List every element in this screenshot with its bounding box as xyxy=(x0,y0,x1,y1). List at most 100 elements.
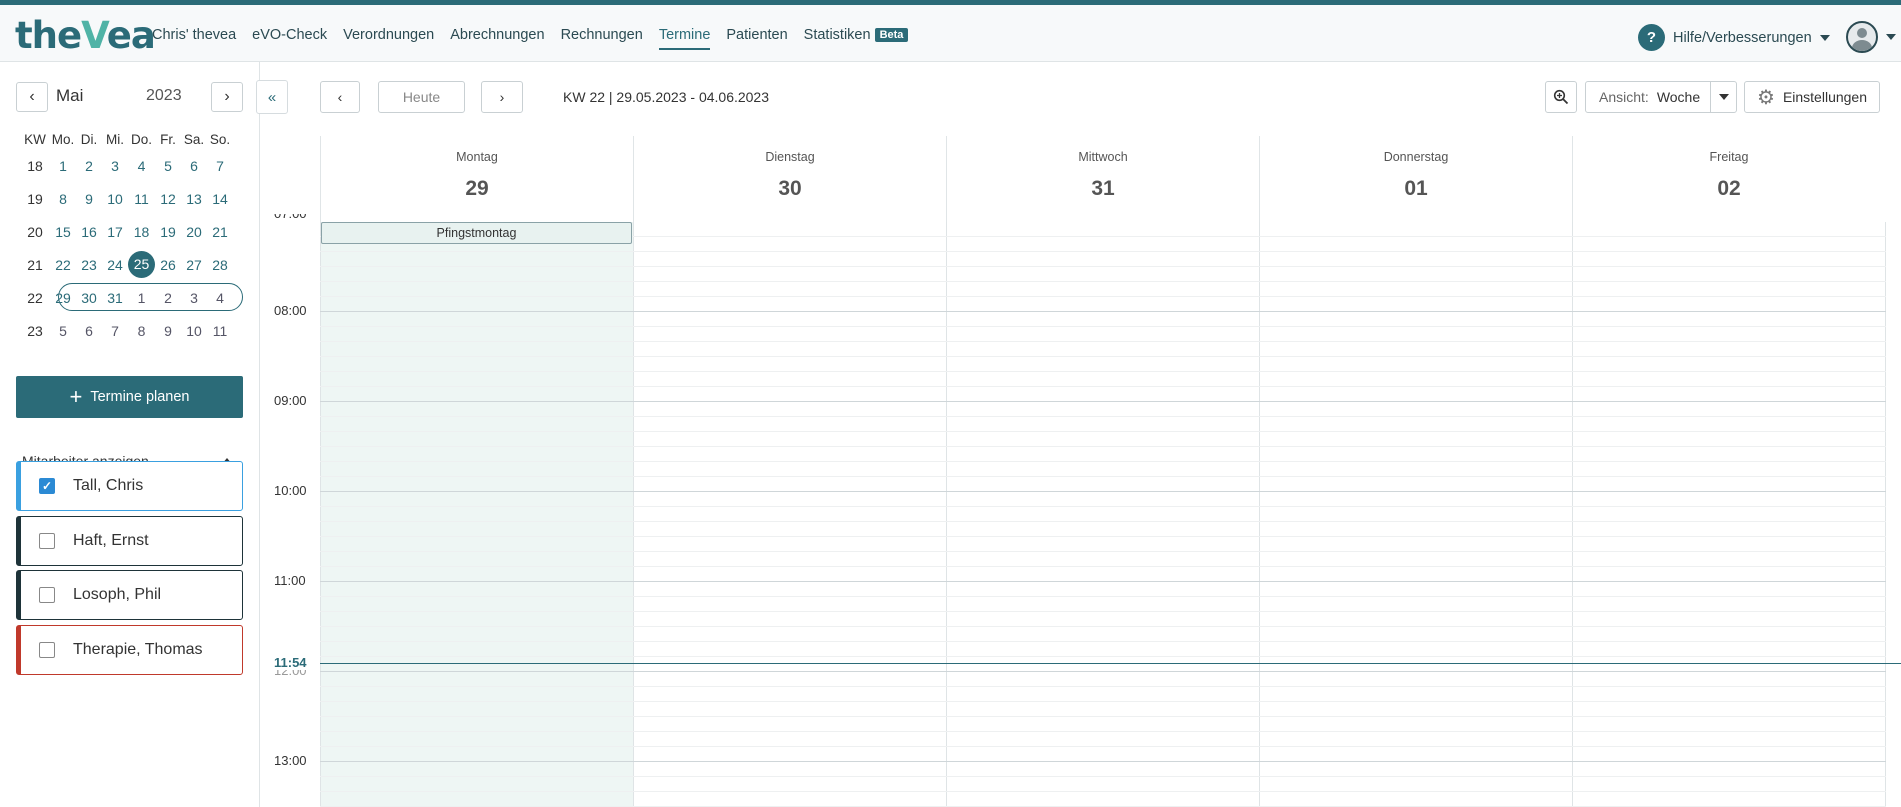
mini-calendar-day[interactable]: 21 xyxy=(207,215,233,248)
mini-calendar-day[interactable]: 11 xyxy=(128,182,155,215)
slot-line xyxy=(320,341,1886,342)
nav-abrechnungen[interactable]: Abrechnungen xyxy=(450,27,544,50)
view-select-dropdown[interactable] xyxy=(1710,82,1736,112)
day-header[interactable]: Dienstag 30 xyxy=(633,136,946,222)
day-header[interactable]: Donnerstag 01 xyxy=(1259,136,1572,222)
mini-calendar-day[interactable]: 19 xyxy=(155,215,181,248)
mini-calendar-day[interactable]: 24 xyxy=(102,248,128,281)
nav-termine[interactable]: Termine xyxy=(658,27,711,50)
mini-calendar-day[interactable]: 25 xyxy=(128,248,155,281)
mini-calendar-day[interactable]: 6 xyxy=(181,149,207,182)
day-header[interactable]: Montag 29 xyxy=(320,136,633,222)
mini-calendar-day[interactable]: 14 xyxy=(207,182,233,215)
nav-verordnungen[interactable]: Verordnungen xyxy=(343,27,434,50)
mini-calendar-day[interactable]: 12 xyxy=(155,182,181,215)
chevron-down-icon xyxy=(1718,94,1729,100)
day-column-divider xyxy=(1572,222,1573,807)
help-icon: ? xyxy=(1638,24,1665,51)
nav-statistiken[interactable]: Statistiken Beta xyxy=(804,27,909,50)
slot-line xyxy=(320,686,1886,687)
mini-calendar-day[interactable]: 15 xyxy=(50,215,76,248)
mini-calendar-day[interactable]: 26 xyxy=(155,248,181,281)
mini-calendar-day[interactable]: 27 xyxy=(181,248,207,281)
nav-evo-check[interactable]: eVO-Check xyxy=(252,27,327,50)
slot-line xyxy=(320,611,1886,612)
mini-calendar-day[interactable]: 7 xyxy=(102,314,128,347)
mini-calendar-day[interactable]: 2 xyxy=(76,149,102,182)
collapse-sidebar-button[interactable]: « xyxy=(256,80,288,114)
mini-calendar-day[interactable]: 23 xyxy=(76,248,102,281)
mini-calendar-day[interactable]: 7 xyxy=(207,149,233,182)
mini-calendar-day-label: 8 xyxy=(59,190,67,207)
mini-calendar-day[interactable]: 29 xyxy=(50,281,76,314)
employee-filter-item[interactable]: Haft, Ernst xyxy=(16,516,243,566)
day-header[interactable]: Freitag 02 xyxy=(1572,136,1885,222)
nav-rechnungen[interactable]: Rechnungen xyxy=(561,27,643,50)
thevea-logo[interactable]: theVea xyxy=(15,14,156,58)
prev-week-button[interactable]: ‹ xyxy=(320,81,360,113)
mini-calendar-week-row: 19 8 9 10 11 12 13 14 xyxy=(20,182,233,215)
employee-filter-item[interactable]: Therapie, Thomas xyxy=(16,625,243,675)
mini-calendar-day[interactable]: 1 xyxy=(50,149,76,182)
holiday-event[interactable]: Pfingstmontag xyxy=(321,222,632,244)
mini-calendar-day[interactable]: 28 xyxy=(207,248,233,281)
mini-calendar-day[interactable]: 13 xyxy=(181,182,207,215)
mini-calendar-day[interactable]: 8 xyxy=(50,182,76,215)
mini-calendar-day[interactable]: 10 xyxy=(181,314,207,347)
mini-calendar-day[interactable]: 31 xyxy=(102,281,128,314)
mini-calendar-day[interactable]: 3 xyxy=(102,149,128,182)
view-select-label: Ansicht: xyxy=(1599,89,1649,105)
mini-calendar-day[interactable]: 17 xyxy=(102,215,128,248)
checkbox-icon[interactable] xyxy=(39,533,55,549)
employee-filter-item[interactable]: ✓ Tall, Chris xyxy=(16,461,243,511)
mini-calendar-day[interactable]: 9 xyxy=(155,314,181,347)
employee-filter-item[interactable]: Losoph, Phil xyxy=(16,570,243,620)
mini-calendar-day[interactable]: 30 xyxy=(76,281,102,314)
slot-line xyxy=(320,251,1886,252)
view-select[interactable]: Ansicht: Woche xyxy=(1585,81,1737,113)
mini-calendar-day[interactable]: 5 xyxy=(50,314,76,347)
today-button[interactable]: Heute xyxy=(378,81,465,113)
mini-calendar-day[interactable]: 4 xyxy=(207,281,233,314)
termine-planen-button[interactable]: + Termine planen xyxy=(16,376,243,418)
slot-line xyxy=(320,566,1886,567)
hour-line xyxy=(320,491,1886,492)
mini-calendar: KW Mo. Di. Mi. Do. Fr. Sa. So. 18 1 2 3 4 5 6 7… xyxy=(20,129,233,347)
mini-calendar-day-label: 6 xyxy=(190,157,198,174)
mini-calendar-day[interactable]: 9 xyxy=(76,182,102,215)
mini-calendar-day[interactable]: 5 xyxy=(155,149,181,182)
next-week-button[interactable]: › xyxy=(481,81,523,113)
day-header[interactable]: Mittwoch 31 xyxy=(946,136,1259,222)
checkbox-checked-icon[interactable]: ✓ xyxy=(39,478,55,494)
mini-calendar-day-label: 25 xyxy=(128,251,155,278)
settings-button[interactable]: ⚙ Einstellungen xyxy=(1744,81,1880,113)
mini-calendar-day[interactable]: 20 xyxy=(181,215,207,248)
checkbox-icon[interactable] xyxy=(39,642,55,658)
zoom-button[interactable] xyxy=(1545,81,1577,113)
mini-calendar-day[interactable]: 18 xyxy=(128,215,155,248)
mini-calendar-day[interactable]: 1 xyxy=(128,281,155,314)
next-month-button[interactable]: › xyxy=(211,82,243,112)
mini-calendar-day[interactable]: 11 xyxy=(207,314,233,347)
slot-line xyxy=(320,536,1886,537)
day-date: 01 xyxy=(1404,177,1428,200)
current-time-label: 11:54 xyxy=(274,655,309,670)
prev-month-button[interactable]: ‹ xyxy=(16,82,48,112)
mini-calendar-day[interactable]: 6 xyxy=(76,314,102,347)
mini-calendar-day[interactable]: 2 xyxy=(155,281,181,314)
nav-chris-thevea[interactable]: Chris' thevea xyxy=(152,27,236,50)
help-menu[interactable]: ? Hilfe/Verbesserungen xyxy=(1638,24,1830,51)
mini-calendar-day-label: 2 xyxy=(85,157,93,174)
mini-calendar-day[interactable]: 22 xyxy=(50,248,76,281)
mini-calendar-day[interactable]: 3 xyxy=(181,281,207,314)
mini-calendar-day[interactable]: 10 xyxy=(102,182,128,215)
day-date: 29 xyxy=(465,177,489,200)
double-chevron-left-icon: « xyxy=(267,88,277,106)
day-column-divider xyxy=(633,222,634,807)
mini-calendar-day[interactable]: 16 xyxy=(76,215,102,248)
checkbox-icon[interactable] xyxy=(39,587,55,603)
mini-calendar-day[interactable]: 8 xyxy=(128,314,155,347)
mini-calendar-day[interactable]: 4 xyxy=(128,149,155,182)
nav-patienten[interactable]: Patienten xyxy=(726,27,787,50)
user-menu[interactable] xyxy=(1846,21,1896,53)
